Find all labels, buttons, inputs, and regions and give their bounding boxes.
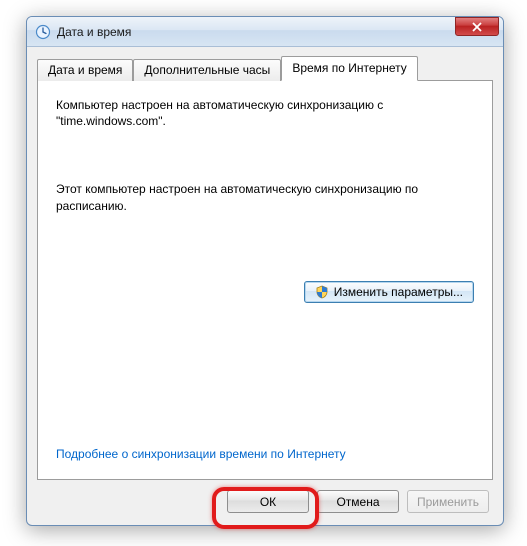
tab-additional-clocks[interactable]: Дополнительные часы <box>133 59 281 81</box>
tab-internet-time[interactable]: Время по Интернету <box>281 56 417 81</box>
titlebar[interactable]: Дата и время <box>27 17 503 47</box>
client-area: Дата и время Дополнительные часы Время п… <box>27 47 503 525</box>
close-icon <box>472 22 482 32</box>
ok-button[interactable]: ОК <box>227 490 309 513</box>
cancel-button[interactable]: Отмена <box>317 490 399 513</box>
help-link[interactable]: Подробнее о синхронизации времени по Инт… <box>56 447 346 461</box>
tab-date-time[interactable]: Дата и время <box>37 59 133 81</box>
tab-label: Время по Интернету <box>292 61 406 75</box>
apply-button[interactable]: Применить <box>407 490 489 513</box>
clock-icon <box>35 24 51 40</box>
tab-label: Дата и время <box>48 63 122 77</box>
change-settings-label: Изменить параметры... <box>334 285 463 299</box>
dialog-button-row: ОК Отмена Применить <box>37 480 493 515</box>
tab-strip: Дата и время Дополнительные часы Время п… <box>37 55 493 80</box>
tab-panel-internet-time: Компьютер настроен на автоматическую син… <box>37 80 493 480</box>
schedule-text: Этот компьютер настроен на автоматическу… <box>56 181 474 213</box>
sync-status-text: Компьютер настроен на автоматическую син… <box>56 97 474 129</box>
window-title: Дата и время <box>57 25 455 39</box>
tab-label: Дополнительные часы <box>144 63 270 77</box>
change-settings-button[interactable]: Изменить параметры... <box>304 281 474 303</box>
close-button[interactable] <box>455 17 499 36</box>
uac-shield-icon <box>315 285 329 299</box>
dialog-window: Дата и время Дата и время Дополнительные… <box>26 16 504 526</box>
